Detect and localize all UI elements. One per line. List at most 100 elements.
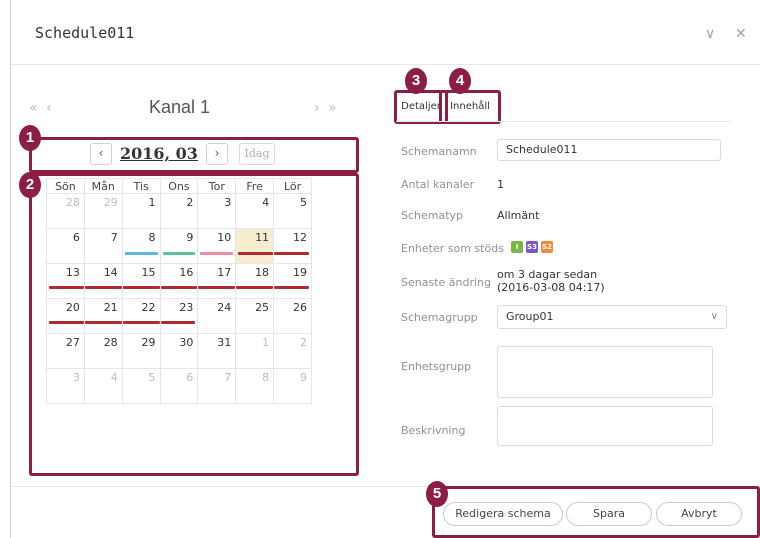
day-number: 6: [72, 231, 80, 244]
today-button[interactable]: Idag: [239, 143, 275, 165]
last-modified-relative: om 3 dagar sedan: [497, 268, 598, 281]
day-cell[interactable]: 16: [159, 263, 199, 299]
day-number: 27: [65, 336, 80, 349]
event-bar-red[interactable]: [160, 321, 196, 324]
day-cell[interactable]: 29: [121, 333, 161, 369]
event-bar-red[interactable]: [160, 286, 198, 289]
event-bar-red[interactable]: [198, 286, 236, 289]
day-number: 2: [300, 336, 307, 349]
day-cell[interactable]: 3: [46, 368, 85, 404]
channel-count-value: 1: [497, 178, 504, 191]
day-number: 28: [103, 336, 118, 349]
edit-schedule-button[interactable]: Redigera schema: [443, 502, 563, 526]
event-bar-red[interactable]: [84, 286, 122, 289]
day-number: 28: [65, 196, 80, 209]
day-cell[interactable]: 23: [159, 298, 199, 334]
event-bar-red[interactable]: [274, 252, 309, 255]
day-cell[interactable]: 10: [197, 228, 237, 264]
day-cell[interactable]: 3: [197, 193, 237, 229]
day-number: 14: [103, 266, 118, 279]
event-bar-red[interactable]: [236, 286, 274, 289]
day-cell-today[interactable]: 11: [235, 228, 275, 264]
day-cell[interactable]: 6: [46, 228, 85, 264]
save-button[interactable]: Spara: [566, 502, 652, 526]
day-number: 17: [217, 266, 232, 279]
day-cell[interactable]: 8: [235, 368, 275, 404]
day-cell[interactable]: 28: [46, 193, 85, 229]
schedule-group-value: Group01: [506, 310, 554, 323]
supported-devices-label: Enheter som stöds: [401, 242, 504, 255]
channel-prev-arrows[interactable]: « ‹: [29, 100, 54, 116]
day-cell[interactable]: 30: [159, 333, 199, 369]
event-bar-red[interactable]: [49, 321, 84, 324]
day-cell[interactable]: 19: [273, 263, 312, 299]
event-bar-red[interactable]: [84, 321, 122, 324]
day-cell[interactable]: 18: [235, 263, 275, 299]
channel-next-arrows[interactable]: › »: [314, 100, 339, 116]
schedule-name-input[interactable]: Schedule011: [497, 139, 721, 161]
day-cell[interactable]: 21: [83, 298, 123, 334]
day-cell[interactable]: 1: [121, 193, 161, 229]
schedule-group-select[interactable]: Group01 ∨: [497, 305, 727, 329]
event-bar-green[interactable]: [162, 252, 196, 255]
chevron-down-icon[interactable]: ∨: [705, 26, 715, 42]
day-cell[interactable]: 13: [46, 263, 85, 299]
event-bar-pink[interactable]: [200, 252, 234, 255]
day-cell[interactable]: 26: [273, 298, 312, 334]
day-cell[interactable]: 4: [83, 368, 123, 404]
event-bar-red[interactable]: [122, 321, 160, 324]
day-cell[interactable]: 4: [235, 193, 275, 229]
day-cell[interactable]: 14: [83, 263, 123, 299]
calendar-week: 27 28 29 30 31 1 2: [46, 333, 312, 369]
callout-badge-2: 2: [19, 172, 41, 198]
event-bar-red[interactable]: [122, 286, 160, 289]
day-cell[interactable]: 12: [273, 228, 312, 264]
calendar-week: 6 7 8 9 10 11 12: [46, 228, 312, 264]
day-cell[interactable]: 6: [159, 368, 199, 404]
day-number: 8: [148, 231, 156, 244]
day-cell[interactable]: 1: [235, 333, 275, 369]
callout-badge-3: 3: [405, 68, 427, 94]
day-cell[interactable]: 9: [273, 368, 312, 404]
schedule-type-label: Schematyp: [401, 209, 464, 222]
day-cell[interactable]: 31: [197, 333, 237, 369]
tabs-divider: [396, 121, 731, 122]
event-bar-red[interactable]: [238, 252, 274, 255]
day-cell[interactable]: 17: [197, 263, 237, 299]
day-cell[interactable]: 27: [46, 333, 85, 369]
day-cell[interactable]: 25: [235, 298, 275, 334]
day-cell[interactable]: 7: [83, 228, 123, 264]
next-month-button[interactable]: ›: [206, 143, 228, 165]
day-cell[interactable]: 15: [121, 263, 161, 299]
day-number: 15: [141, 266, 156, 279]
unit-group-field[interactable]: [497, 346, 713, 398]
schedule-dialog: Schedule011 ∨ ✕ « ‹ Kanal 1 › » ‹ 2016, …: [10, 0, 760, 538]
day-cell[interactable]: 5: [273, 193, 312, 229]
day-number: 7: [224, 371, 232, 384]
prev-month-button[interactable]: ‹: [90, 143, 112, 165]
day-number: 2: [186, 196, 194, 209]
day-cell[interactable]: 7: [197, 368, 237, 404]
day-cell[interactable]: 20: [46, 298, 85, 334]
day-cell[interactable]: 8: [121, 228, 161, 264]
description-field[interactable]: [497, 406, 713, 446]
day-cell[interactable]: 9: [159, 228, 199, 264]
day-cell[interactable]: 5: [121, 368, 161, 404]
day-number: 3: [72, 371, 80, 384]
day-number: 21: [103, 301, 118, 314]
day-cell[interactable]: 29: [83, 193, 123, 229]
calendar-week: 20 21 22 23 24 25 26: [46, 298, 312, 334]
day-cell[interactable]: 2: [273, 333, 312, 369]
schedule-type-value: Allmänt: [497, 209, 540, 222]
event-bar-red[interactable]: [49, 286, 84, 289]
day-cell[interactable]: 2: [159, 193, 199, 229]
event-bar-blue[interactable]: [124, 252, 158, 255]
cancel-button[interactable]: Avbryt: [656, 502, 742, 526]
close-icon[interactable]: ✕: [735, 26, 747, 42]
tab-content[interactable]: Innehåll: [439, 90, 501, 124]
day-number: 25: [255, 301, 270, 314]
day-cell[interactable]: 28: [83, 333, 123, 369]
day-cell[interactable]: 24: [197, 298, 237, 334]
event-bar-red[interactable]: [274, 286, 309, 289]
day-cell[interactable]: 22: [121, 298, 161, 334]
